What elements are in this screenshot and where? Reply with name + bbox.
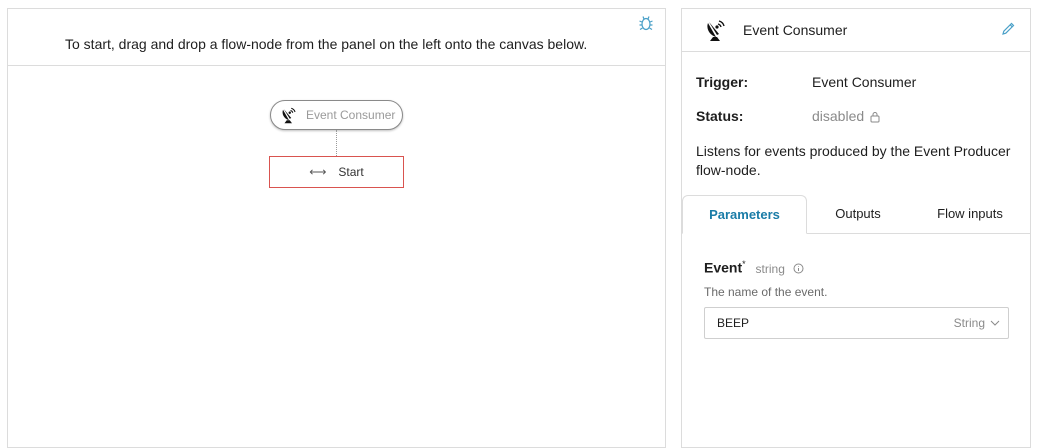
trigger-label: Trigger: — [696, 74, 749, 90]
parameter-header: Event* string — [704, 259, 1009, 277]
node-details-panel: Event Consumer Trigger: Event Consumer S… — [681, 8, 1031, 448]
parameter-name: Event — [704, 259, 743, 276]
pencil-icon[interactable] — [1000, 21, 1016, 37]
info-icon[interactable] — [793, 261, 804, 277]
lock-icon — [870, 110, 880, 126]
node-description: Listens for events produced by the Event… — [696, 143, 1011, 178]
canvas-hint: To start, drag and drop a flow-node from… — [8, 33, 665, 66]
status-label: Status: — [696, 108, 744, 124]
trigger-node[interactable]: Event Consumer — [270, 100, 403, 130]
canvas-area[interactable]: Event Consumer ⟷ Start — [8, 67, 665, 447]
parameter-description: The name of the event. — [704, 284, 828, 299]
canvas-toolbar — [8, 9, 665, 33]
tab-parameters[interactable]: Parameters — [682, 195, 807, 234]
chevron-down-icon — [990, 320, 1000, 326]
parameter-type: string — [755, 261, 785, 276]
satellite-dish-icon — [280, 106, 298, 124]
flow-canvas-panel: To start, drag and drop a flow-node from… — [7, 8, 666, 448]
trigger-value: Event Consumer — [812, 74, 917, 90]
panel-title: Event Consumer — [743, 22, 848, 38]
type-select-value: String — [953, 315, 985, 330]
tab-outputs[interactable]: Outputs — [807, 195, 909, 234]
required-mark: * — [742, 259, 746, 269]
status-value: disabled — [812, 108, 865, 124]
double-arrow-icon: ⟷ — [309, 165, 327, 179]
event-input-value[interactable]: BEEP — [717, 316, 749, 330]
panel-tabs: Parameters Outputs Flow inputs — [682, 195, 1030, 234]
status-value-wrap: disabled — [812, 108, 880, 126]
event-parameter: Event* string The name of the event. BEE… — [704, 259, 1009, 339]
bug-icon[interactable] — [637, 14, 655, 32]
trigger-node-label: Event Consumer — [306, 108, 396, 122]
start-node[interactable]: ⟷ Start — [269, 156, 404, 188]
start-node-label: Start — [338, 165, 364, 179]
satellite-dish-icon — [705, 18, 727, 42]
panel-header: Event Consumer — [682, 9, 1030, 52]
type-select[interactable]: String — [954, 308, 1000, 338]
node-connector — [336, 130, 337, 156]
event-input[interactable]: BEEP String — [704, 306, 1009, 339]
tab-flow-inputs[interactable]: Flow inputs — [909, 195, 1031, 234]
